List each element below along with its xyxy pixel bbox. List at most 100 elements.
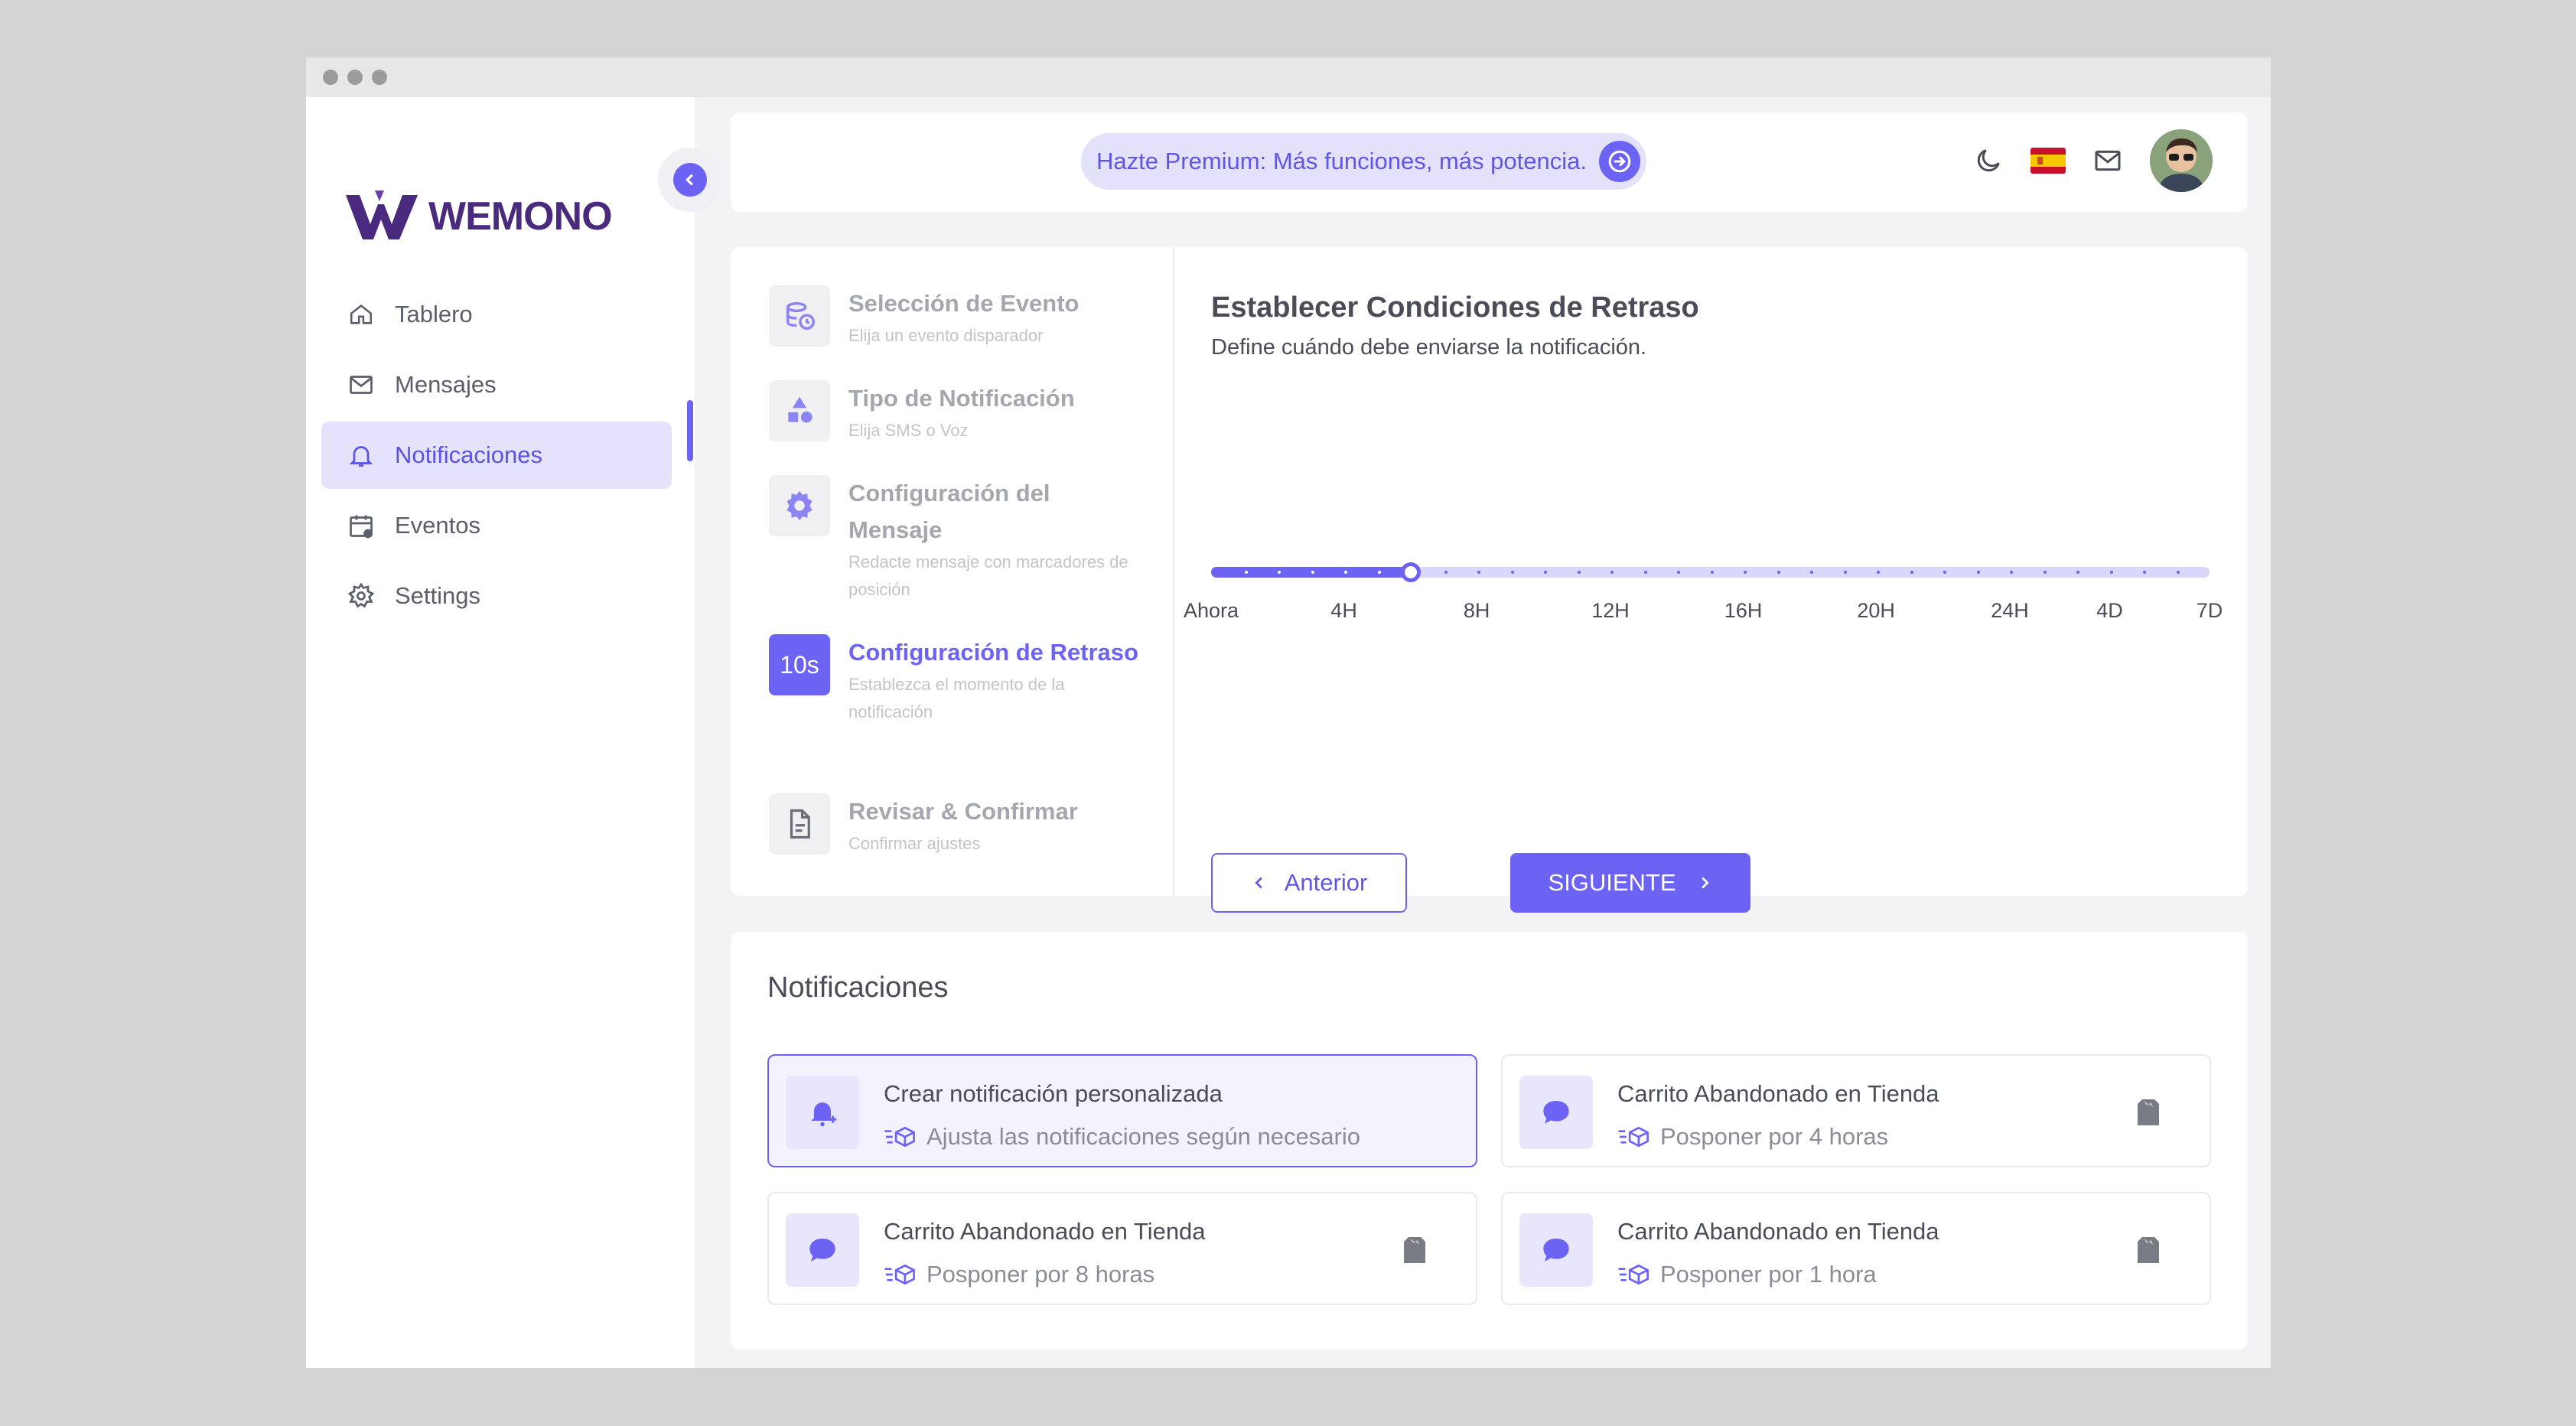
- brand-name: WEMONO: [428, 194, 613, 239]
- delivery-box-icon: [884, 1264, 915, 1285]
- sidebar-item-label: Notificaciones: [395, 441, 542, 468]
- step-event-selection[interactable]: Selección de Evento Elija un evento disp…: [769, 285, 1139, 350]
- slider-tick: [2176, 571, 2180, 574]
- delete-icon[interactable]: [2133, 1096, 2164, 1129]
- window-titlebar: [306, 57, 2271, 97]
- delivery-box-icon: [884, 1126, 915, 1148]
- slider-tick: [1943, 571, 1946, 574]
- document-icon: [769, 793, 830, 855]
- slider-tick: [1776, 571, 1780, 574]
- chat-icon: [786, 1213, 859, 1287]
- notification-subtitle: Posponer por 8 horas: [884, 1261, 1154, 1288]
- sidebar-item-label: Settings: [395, 582, 481, 609]
- sidebar-item-settings[interactable]: Settings: [321, 562, 672, 630]
- slider-tick: [1377, 571, 1381, 574]
- delete-icon[interactable]: [1399, 1233, 1430, 1267]
- event-clock-icon: [769, 285, 830, 347]
- notification-subtitle: Posponer por 4 horas: [1617, 1123, 1888, 1151]
- notification-subtitle-text: Posponer por 4 horas: [1660, 1123, 1889, 1150]
- slider-tick: [1976, 571, 1980, 574]
- notification-card[interactable]: Carrito Abandonado en Tienda Posponer po…: [1501, 1054, 2211, 1167]
- slider-tick: [1510, 571, 1514, 574]
- slider-tick: [1544, 571, 1547, 574]
- timer-10s-icon: 10s: [769, 634, 830, 695]
- notification-subtitle-text: Posponer por 8 horas: [927, 1261, 1155, 1288]
- step-review-confirm[interactable]: Revisar & Confirmar Confirmar ajustes: [769, 793, 1139, 858]
- next-button[interactable]: SIGUIENTE: [1510, 853, 1750, 913]
- slider-label: 24H: [1991, 599, 2029, 622]
- sidebar-item-notificaciones[interactable]: Notificaciones: [321, 422, 672, 489]
- avatar[interactable]: [2150, 129, 2213, 192]
- collapse-sidebar-button[interactable]: [658, 148, 722, 212]
- top-bar: Hazte Premium: Más funciones, más potenc…: [731, 112, 2248, 212]
- slider-tick: [1444, 571, 1448, 574]
- window-dot[interactable]: [323, 70, 338, 85]
- brand-logo[interactable]: WEMONO: [344, 189, 613, 244]
- slider-tick: [1877, 571, 1880, 574]
- slider-tick: [1311, 571, 1314, 574]
- sidebar-item-label: Mensajes: [395, 371, 497, 398]
- chat-icon: [1519, 1213, 1593, 1287]
- wizard-card: Selección de Evento Elija un evento disp…: [731, 247, 2248, 913]
- premium-banner[interactable]: Hazte Premium: Más funciones, más potenc…: [1081, 133, 1646, 190]
- notifications-heading: Notificaciones: [767, 972, 949, 1004]
- slider-tick: [1677, 571, 1680, 574]
- step-subtitle: Redacte mensaje con marcadores de posici…: [848, 552, 1128, 599]
- moon-icon[interactable]: [1971, 143, 2006, 178]
- notification-subtitle-text: Posponer por 1 hora: [1660, 1261, 1877, 1288]
- sidebar-item-mensajes[interactable]: Mensajes: [321, 351, 672, 418]
- notifications-card: Notificaciones Crear notificación person…: [731, 932, 2248, 1349]
- sidebar-item-label: Tablero: [395, 301, 473, 327]
- sidebar-nav: Tablero Mensajes Notificaciones Eventos: [321, 281, 672, 633]
- next-label: SIGUIENTE: [1548, 869, 1676, 896]
- notification-title: Carrito Abandonado en Tienda: [884, 1218, 1206, 1245]
- arrow-right-circle-icon[interactable]: [1598, 141, 1640, 182]
- step-title: Selección de Evento: [848, 290, 1080, 317]
- step-subtitle: Confirmar ajustes: [848, 834, 981, 853]
- create-notification-card[interactable]: Crear notificación personalizada Ajusta …: [767, 1054, 1477, 1167]
- delete-icon[interactable]: [2133, 1233, 2164, 1267]
- window-dot[interactable]: [347, 70, 363, 85]
- delivery-box-icon: [1618, 1264, 1649, 1285]
- slider-tick: [2010, 571, 2013, 574]
- mail-icon[interactable]: [2090, 143, 2125, 178]
- slider-tick: [1610, 571, 1614, 574]
- step-subtitle: Establezca el momento de la notificación: [848, 675, 1065, 721]
- step-title: Tipo de Notificación: [848, 385, 1075, 412]
- slider-label: 20H: [1857, 599, 1895, 622]
- shapes-icon: [769, 380, 830, 441]
- panel-subtitle: Define cuándo debe enviarse la notificac…: [1211, 335, 1647, 360]
- sidebar-item-tablero[interactable]: Tablero: [321, 281, 672, 348]
- panel-title: Establecer Condiciones de Retraso: [1211, 291, 1699, 324]
- calendar-icon: [346, 510, 376, 541]
- notification-title: Crear notificación personalizada: [884, 1080, 1223, 1107]
- step-notification-type[interactable]: Tipo de Notificación Elija SMS o Voz: [769, 380, 1139, 444]
- step-message-config[interactable]: Configuración del Mensaje Redacte mensaj…: [769, 475, 1139, 604]
- notification-title: Carrito Abandonado en Tienda: [1617, 1218, 1939, 1245]
- notification-subtitle: Posponer por 1 hora: [1617, 1261, 1877, 1288]
- home-icon: [346, 299, 376, 330]
- delivery-box-icon: [1618, 1126, 1649, 1148]
- notification-card[interactable]: Carrito Abandonado en Tienda Posponer po…: [767, 1192, 1477, 1305]
- previous-button[interactable]: Anterior: [1211, 853, 1407, 913]
- bell-plus-icon: [786, 1076, 859, 1149]
- notification-subtitle: Ajusta las notificaciones según necesari…: [884, 1123, 1360, 1151]
- step-delay-config[interactable]: 10s Configuración de Retraso Establezca …: [769, 634, 1139, 726]
- slider-tick: [1710, 571, 1714, 574]
- slider-thumb[interactable]: [1401, 562, 1421, 582]
- notification-card[interactable]: Carrito Abandonado en Tienda Posponer po…: [1501, 1192, 2211, 1305]
- slider-tick: [1477, 571, 1480, 574]
- wemono-logo-icon: [346, 190, 418, 239]
- slider-tick: [1244, 571, 1248, 574]
- chevron-left-icon: [1255, 877, 1262, 889]
- slider-tick: [1910, 571, 1913, 574]
- step-subtitle: Elija un evento disparador: [848, 326, 1044, 345]
- window-dot[interactable]: [372, 70, 387, 85]
- slider-tick: [1643, 571, 1647, 574]
- sidebar-item-eventos[interactable]: Eventos: [321, 492, 672, 559]
- slider-tick: [1577, 571, 1581, 574]
- delay-slider[interactable]: [1211, 562, 2210, 582]
- step-title: Configuración de Retraso: [848, 639, 1138, 666]
- slider-tick: [1843, 571, 1847, 574]
- spain-flag-icon[interactable]: [2031, 143, 2066, 178]
